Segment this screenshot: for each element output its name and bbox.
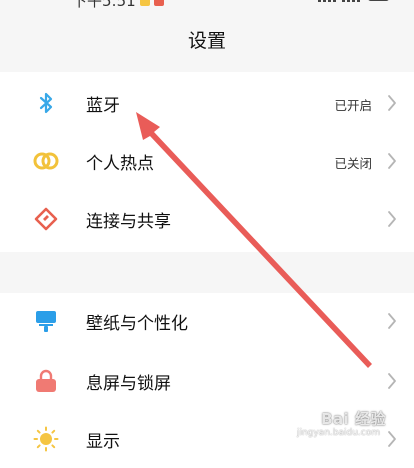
settings-item-value: 已开启 — [334, 98, 372, 113]
chevron-right-icon — [388, 153, 396, 169]
settings-item-label: 息屏与锁屏 — [86, 374, 171, 394]
wallpaper-icon — [36, 311, 56, 332]
settings-item-connection-sharing[interactable]: 连接与共享 — [0, 190, 414, 248]
chevron-right-icon — [388, 373, 396, 389]
settings-item-bluetooth[interactable]: 蓝牙 已开启 — [0, 74, 414, 132]
connection-sharing-icon — [34, 207, 58, 231]
status-right — [318, 0, 392, 2]
status-bar: 下午5:51 — [0, 0, 414, 10]
settings-item-label: 壁纸与个性化 — [86, 314, 188, 334]
settings-item-value: 已关闭 — [334, 156, 372, 171]
notification-icon — [153, 0, 164, 6]
settings-item-label: 连接与共享 — [86, 212, 171, 232]
settings-item-hotspot[interactable]: 个人热点 已关闭 — [0, 132, 414, 190]
chevron-right-icon — [388, 313, 396, 329]
settings-item-wallpaper[interactable]: 壁纸与个性化 — [0, 292, 414, 350]
lock-icon — [36, 369, 56, 392]
battery-icon — [368, 0, 389, 1]
page-title: 设置 — [187, 30, 226, 52]
chevron-right-icon — [388, 211, 396, 227]
settings-item-label: 显示 — [86, 432, 120, 452]
settings-item-label: 蓝牙 — [86, 96, 120, 116]
signal-icon — [318, 0, 360, 2]
watermark-text: Bai 经验 — [321, 410, 386, 428]
settings-item-label: 个人热点 — [86, 154, 154, 174]
watermark-url: jingyan.baidu.com — [296, 428, 380, 438]
bluetooth-icon — [39, 92, 53, 114]
settings-item-lock-screen[interactable]: 息屏与锁屏 — [0, 352, 414, 410]
hotspot-icon — [33, 152, 59, 170]
watermark-logo: Bai 经验 — [321, 408, 386, 429]
status-left: 下午5:51 — [72, 0, 164, 11]
sun-icon — [33, 426, 59, 452]
notification-icon — [139, 0, 150, 6]
chevron-right-icon — [388, 95, 396, 111]
status-time: 下午5:51 — [72, 0, 136, 10]
chevron-right-icon — [388, 431, 396, 447]
